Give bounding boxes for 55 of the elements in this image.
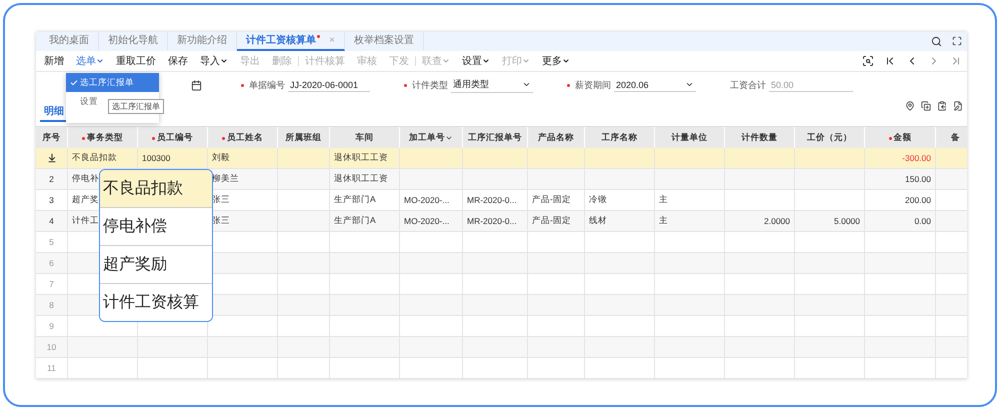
table-cell: MR-2020-0...: [463, 190, 528, 211]
row-number: 7: [36, 274, 68, 295]
table-cell: 线材: [585, 211, 655, 232]
table-cell: 主: [655, 211, 725, 232]
column-header: 计量单位: [655, 127, 725, 148]
table-cell: MO-2020-...: [400, 190, 463, 211]
input-field: 50.00: [769, 78, 853, 92]
table-cell: 150.00: [865, 169, 936, 190]
row-number: 11: [36, 358, 68, 379]
callout-option: 不良品扣款: [100, 170, 212, 208]
column-header: 车间: [330, 127, 400, 148]
column-header: 员工姓名: [208, 127, 278, 148]
column-header: 工序名称: [585, 127, 655, 148]
column-header: 产品名称: [528, 127, 585, 148]
column-header: 加工单号: [400, 127, 463, 148]
table-cell: MO-2020-...: [400, 211, 463, 232]
row-number: 9: [36, 316, 68, 337]
table-cell: 200.00: [865, 190, 936, 211]
field-label: 计件类型: [412, 78, 448, 92]
table-cell: 产品-固定: [528, 211, 585, 232]
table-cell: 不良品扣款: [68, 148, 138, 169]
table-cell: 生产部门A: [330, 190, 400, 211]
row-number: 2: [36, 169, 68, 190]
tooltip: 选工序汇报单: [108, 99, 164, 114]
row-number: 6: [36, 253, 68, 274]
table-cell: 产品-固定: [528, 190, 585, 211]
table-cell: 100300: [138, 148, 208, 169]
field-label: 单据编号: [249, 78, 285, 92]
table-cell: 刘毅: [208, 148, 278, 169]
column-header: 工序汇报单号: [463, 127, 528, 148]
table-cell: 5.0000: [795, 211, 865, 232]
table-cell: -300.00: [865, 148, 936, 169]
column-header: 计件数量: [725, 127, 795, 148]
column-header: 金额: [865, 127, 936, 148]
table-cell: 2.0000: [725, 211, 795, 232]
field-label: 工资合计: [730, 78, 766, 92]
row-number: 5: [36, 232, 68, 253]
table-cell: 0.00: [865, 211, 936, 232]
column-header: 工价（元）: [795, 127, 865, 148]
row-number: 3: [36, 190, 68, 211]
column-header: 员工编号: [138, 127, 208, 148]
row-number: 4: [36, 211, 68, 232]
column-header: 事务类型: [68, 127, 138, 148]
row-number: 10: [36, 337, 68, 358]
table-cell: 主: [655, 190, 725, 211]
column-header: 所属班组: [278, 127, 330, 148]
table-cell: MR-2020-0...: [463, 211, 528, 232]
table-cell: 生产部门A: [330, 211, 400, 232]
table-cell: 退休职工工资: [330, 148, 400, 169]
column-header: 备: [936, 127, 967, 148]
column-header: 序号: [36, 127, 68, 148]
table-cell: 退休职工工资: [330, 169, 400, 190]
table-cell: 冷镦: [585, 190, 655, 211]
row-number: 8: [36, 295, 68, 316]
field-label: 薪资期间: [575, 78, 611, 92]
